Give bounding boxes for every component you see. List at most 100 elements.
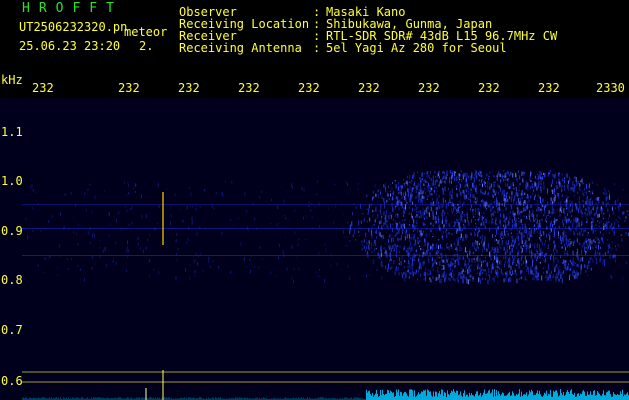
noise-speck — [398, 192, 400, 195]
noise-speck — [490, 213, 492, 218]
baseline-sample — [442, 389, 443, 400]
noise-speck — [578, 205, 580, 207]
noise-speck — [436, 262, 438, 265]
noise-speck — [513, 213, 515, 217]
baseline-sample — [505, 395, 506, 400]
noise-speck — [516, 232, 518, 236]
noise-speck — [568, 227, 570, 230]
noise-speck — [512, 262, 514, 265]
noise-speck — [225, 180, 227, 183]
noise-speck — [525, 242, 527, 247]
noise-speck — [573, 274, 575, 280]
noise-speck — [436, 200, 438, 205]
baseline-sample — [620, 391, 621, 400]
noise-speck — [316, 192, 318, 196]
noise-speck — [552, 248, 554, 253]
noise-speck — [459, 226, 461, 232]
noise-speck — [458, 222, 460, 227]
noise-speck — [399, 199, 401, 204]
noise-speck — [522, 171, 524, 176]
noise-speck — [428, 269, 430, 272]
noise-speck — [479, 270, 481, 275]
noise-speck — [605, 203, 607, 208]
noise-speck — [519, 175, 521, 180]
baseline-sample — [560, 389, 561, 400]
noise-speck — [499, 239, 501, 242]
noise-speck — [409, 174, 411, 180]
noise-speck — [547, 247, 549, 249]
baseline-sample — [529, 390, 530, 400]
noise-speck — [205, 227, 207, 231]
noise-speck — [153, 228, 155, 230]
noise-speck — [470, 208, 472, 211]
noise-speck — [459, 245, 461, 249]
baseline-sample — [382, 389, 383, 400]
noise-speck — [407, 265, 409, 268]
noise-speck — [524, 275, 526, 277]
noise-speck — [246, 266, 248, 268]
noise-speck — [497, 226, 499, 230]
noise-speck — [614, 221, 616, 226]
noise-speck — [475, 222, 477, 225]
baseline-sample — [602, 393, 603, 400]
noise-speck — [544, 258, 546, 263]
noise-speck — [571, 201, 573, 205]
baseline-sample — [494, 389, 495, 400]
noise-speck — [467, 186, 469, 189]
noise-speck — [494, 255, 496, 260]
noise-speck — [192, 206, 194, 208]
noise-speck — [524, 171, 526, 175]
noise-speck — [457, 279, 459, 283]
noise-speck — [613, 226, 615, 229]
baseline-sample — [470, 395, 471, 400]
noise-speck — [505, 178, 507, 181]
noise-speck — [538, 181, 540, 186]
noise-speck — [508, 264, 510, 268]
noise-speck — [298, 267, 300, 271]
noise-speck — [602, 201, 604, 205]
noise-speck — [493, 209, 495, 214]
noise-speck — [470, 274, 472, 278]
noise-speck — [495, 200, 497, 203]
noise-speck — [492, 277, 494, 281]
noise-speck — [410, 181, 412, 185]
noise-speck — [589, 238, 591, 244]
noise-speck — [433, 183, 435, 186]
baseline-sample — [399, 395, 400, 400]
noise-speck — [435, 204, 437, 207]
noise-speck — [469, 198, 471, 203]
noise-speck — [538, 185, 540, 188]
noise-speck — [612, 255, 614, 258]
noise-speck — [374, 219, 376, 223]
baseline-sample — [368, 391, 369, 400]
noise-speck — [570, 187, 572, 191]
noise-speck — [495, 253, 497, 259]
event-tag: meteor — [124, 25, 168, 39]
noise-speck — [423, 196, 425, 200]
noise-speck — [402, 178, 404, 181]
noise-speck — [521, 190, 523, 195]
noise-speck — [406, 202, 408, 204]
noise-speck — [419, 273, 421, 278]
noise-speck — [455, 171, 457, 174]
noise-speck — [401, 255, 403, 260]
noise-speck — [371, 231, 373, 236]
noise-speck — [566, 218, 568, 222]
noise-speck — [577, 263, 579, 268]
noise-speck — [422, 172, 424, 177]
noise-speck — [530, 195, 532, 199]
noise-speck — [449, 177, 451, 182]
noise-speck — [77, 265, 79, 268]
noise-speck — [622, 276, 624, 281]
noise-speck — [558, 231, 560, 237]
noise-speck — [380, 249, 382, 254]
noise-speck — [471, 172, 473, 176]
noise-speck — [477, 208, 479, 213]
noise-speck — [519, 182, 521, 186]
noise-speck — [476, 174, 478, 178]
noise-speck — [514, 195, 516, 200]
noise-speck — [560, 201, 562, 203]
noise-speck — [196, 262, 198, 266]
noise-speck — [303, 187, 305, 192]
baseline-sample — [453, 389, 454, 400]
